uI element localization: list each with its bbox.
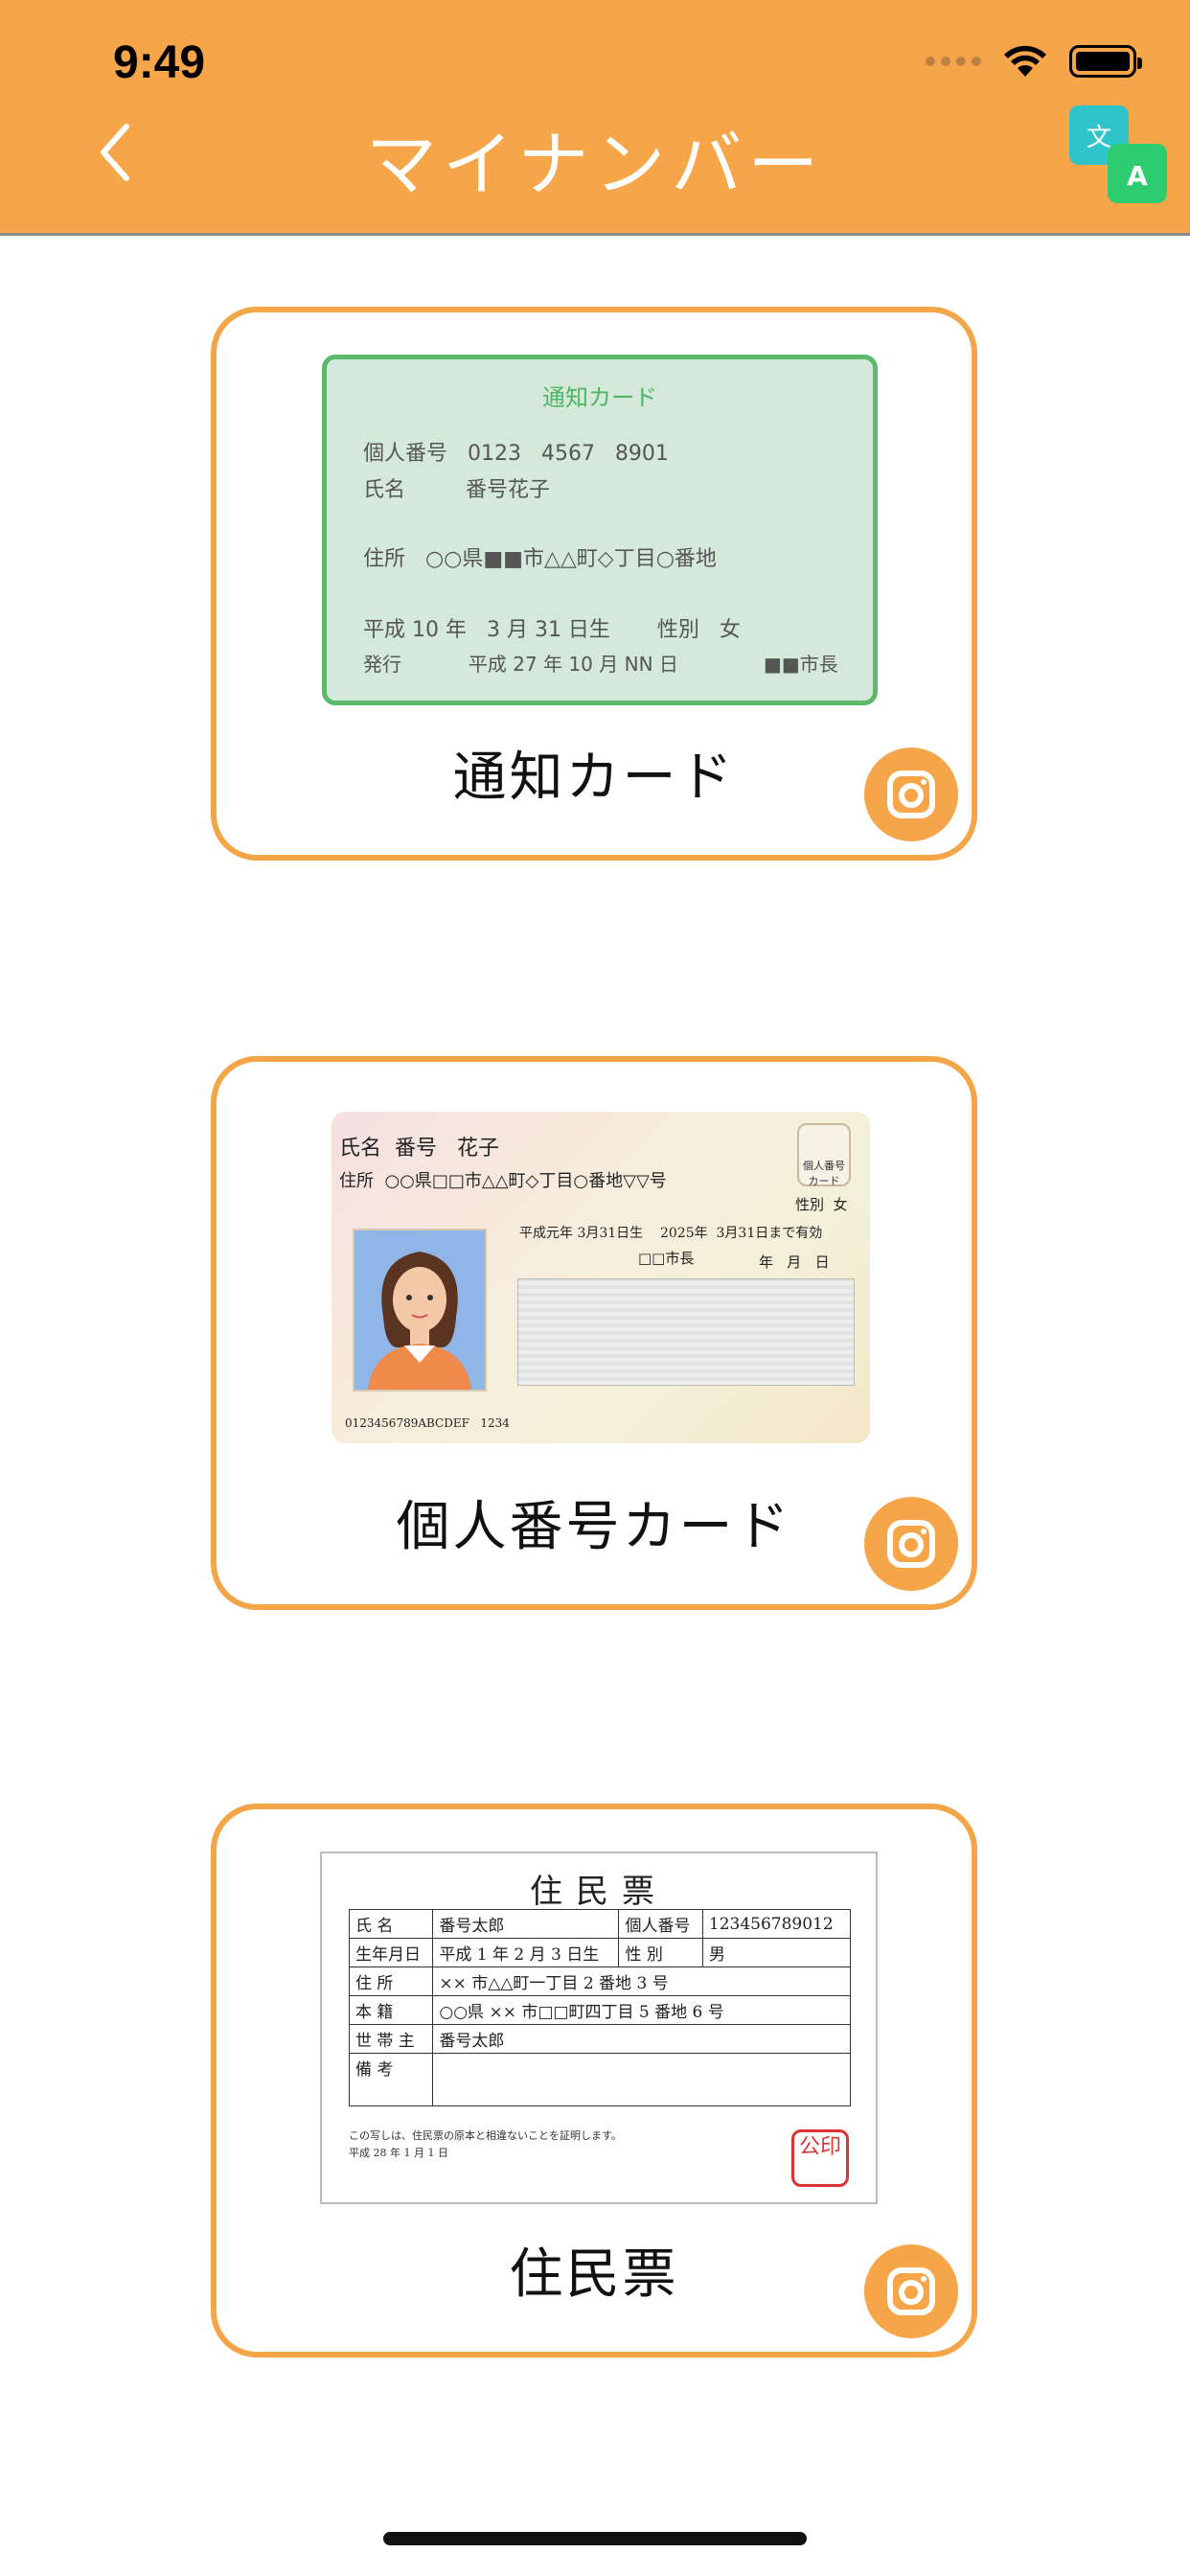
mn-issuer: □□市長 bbox=[638, 1250, 695, 1267]
camera-button[interactable] bbox=[864, 2244, 958, 2338]
notification-card-image: 通知カード 個人番号 0123 4567 8901 氏名 番号花子 住所 ○○県… bbox=[322, 355, 878, 705]
nav-bar: 9:49 マイナンバー 文 A bbox=[0, 0, 1190, 236]
card-notification[interactable]: 通知カード 個人番号 0123 4567 8901 氏名 番号花子 住所 ○○県… bbox=[211, 307, 977, 861]
svg-text:A: A bbox=[1127, 160, 1148, 192]
mn-detail-box bbox=[517, 1278, 855, 1386]
status-icons bbox=[926, 42, 1142, 80]
table-cell: ×× 市△△町一丁目 2 番地 3 号 bbox=[432, 1966, 851, 1996]
table-cell: 平成 1 年 2 月 3 日生 bbox=[432, 1938, 620, 1967]
table-cell: 個人番号 bbox=[618, 1909, 703, 1939]
residence-certificate-image: 住民票 氏 名 番号太郎 個人番号 123456789012 生年月日 平成 1… bbox=[320, 1852, 878, 2204]
mn-address: 住所 ○○県□□市△△町◇丁目○番地▽▽号 bbox=[339, 1171, 667, 1191]
mn-validity: 平成元年 3月31日生 2025年 3月31日まで有効 bbox=[519, 1226, 823, 1241]
home-indicator[interactable] bbox=[383, 2532, 807, 2545]
camera-icon bbox=[887, 770, 935, 818]
residence-table: 氏 名 番号太郎 個人番号 123456789012 生年月日 平成 1 年 2… bbox=[348, 1909, 852, 2106]
card-label: 個人番号カード bbox=[396, 1496, 792, 1558]
table-cell: 番号太郎 bbox=[432, 2024, 851, 2054]
table-cell: 住 所 bbox=[348, 1966, 434, 1996]
mn-name: 氏名 番号 花子 bbox=[339, 1137, 499, 1161]
notice-row: 平成 10 年 3 月 31 日生 性別 女 bbox=[363, 618, 741, 642]
mn-serial: 0123456789ABCDEF 1234 bbox=[345, 1416, 510, 1430]
table-cell: 番号太郎 bbox=[432, 1909, 620, 1939]
residence-date: 平成 28 年 1 月 1 日 bbox=[349, 2147, 448, 2159]
table-cell bbox=[432, 2053, 851, 2106]
table-cell: 123456789012 bbox=[701, 1909, 852, 1939]
translate-icon: 文 A bbox=[1069, 105, 1167, 203]
table-cell: 世 帯 主 bbox=[348, 2024, 434, 2054]
residence-title: 住民票 bbox=[530, 1873, 668, 1911]
card-label: 住民票 bbox=[509, 2243, 679, 2306]
notice-title: 通知カード bbox=[542, 384, 657, 411]
card-mynumber[interactable]: 氏名 番号 花子 住所 ○○県□□市△△町◇丁目○番地▽▽号 個人番号カード 性… bbox=[211, 1056, 977, 1610]
portrait-photo bbox=[353, 1229, 487, 1392]
page-title: マイナンバー bbox=[365, 124, 825, 206]
battery-icon bbox=[1069, 45, 1142, 78]
table-row: 氏 名 番号太郎 個人番号 123456789012 bbox=[348, 1909, 852, 1939]
camera-button[interactable] bbox=[864, 748, 958, 841]
card-residence[interactable]: 住民票 氏 名 番号太郎 個人番号 123456789012 生年月日 平成 1… bbox=[211, 1804, 977, 2358]
notice-row: 住所 ○○県■■市△△町◇丁目○番地 bbox=[363, 547, 717, 571]
mn-emblem: 個人番号カード bbox=[797, 1123, 851, 1187]
mynumber-card-image: 氏名 番号 花子 住所 ○○県□□市△△町◇丁目○番地▽▽号 個人番号カード 性… bbox=[332, 1112, 870, 1443]
mn-sex: 性別 女 bbox=[795, 1196, 848, 1213]
mn-date-label: 年 月 日 bbox=[759, 1254, 830, 1271]
table-row: 備 考 bbox=[348, 2053, 851, 2106]
table-cell: 生年月日 bbox=[348, 1938, 434, 1967]
table-cell: 性 別 bbox=[618, 1938, 703, 1967]
table-cell: 氏 名 bbox=[348, 1909, 434, 1939]
camera-icon bbox=[887, 2267, 935, 2315]
signal-icon bbox=[926, 57, 981, 66]
wifi-icon bbox=[1002, 44, 1048, 79]
camera-icon bbox=[887, 1520, 935, 1568]
notice-row: 発行 平成 27 年 10 月 NN 日 bbox=[363, 653, 678, 676]
notice-issuer: ■■市長 bbox=[764, 653, 838, 676]
status-time: 9:49 bbox=[113, 37, 206, 88]
residence-note: この写しは、住民票の原本と相違ないことを証明します。 bbox=[349, 2129, 622, 2142]
card-label: 通知カード bbox=[452, 747, 736, 809]
notice-row: 個人番号 0123 4567 8901 bbox=[363, 442, 669, 466]
table-cell: ○○県 ×× 市□□町四丁目 5 番地 6 号 bbox=[432, 1995, 851, 2025]
table-cell: 備 考 bbox=[348, 2053, 434, 2106]
camera-button[interactable] bbox=[864, 1497, 958, 1591]
table-row: 生年月日 平成 1 年 2 月 3 日生 性 別 男 bbox=[348, 1938, 852, 1967]
table-row: 世 帯 主 番号太郎 bbox=[348, 2024, 851, 2054]
table-row: 住 所 ×× 市△△町一丁目 2 番地 3 号 bbox=[348, 1966, 851, 1996]
official-seal: 公印 bbox=[791, 2129, 849, 2187]
notice-row: 氏名 番号花子 bbox=[363, 478, 550, 502]
table-cell: 男 bbox=[701, 1938, 852, 1967]
table-cell: 本 籍 bbox=[348, 1995, 434, 2025]
svg-text:文: 文 bbox=[1087, 124, 1111, 152]
table-row: 本 籍 ○○県 ×× 市□□町四丁目 5 番地 6 号 bbox=[348, 1995, 851, 2025]
translate-button[interactable]: 文 A bbox=[1065, 102, 1171, 207]
